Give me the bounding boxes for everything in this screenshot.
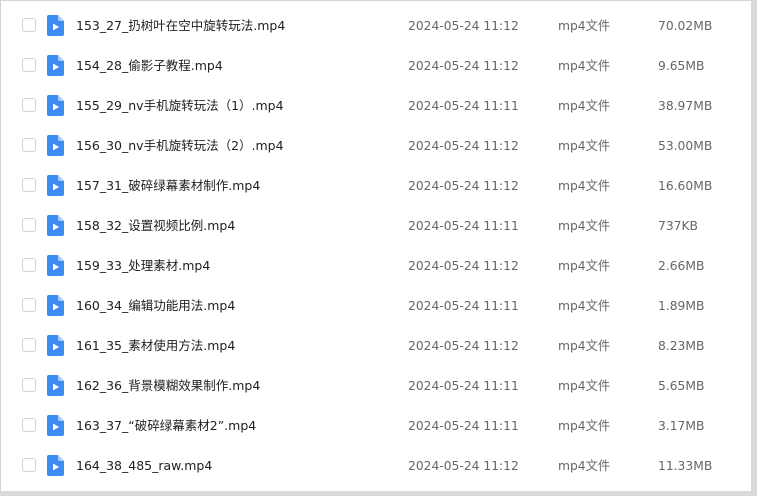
file-name[interactable]: 153_27_扔树叶在空中旋转玩法.mp4 [76,6,285,46]
video-file-icon [47,55,64,76]
file-size: 38.97MB [658,99,713,113]
file-size: 2.66MB [658,259,705,273]
file-size: 3.17MB [658,419,705,433]
file-type: mp4文件 [558,19,611,33]
row-checkbox[interactable] [22,338,36,352]
file-size: 5.65MB [658,379,705,393]
file-row[interactable]: 161_35_素材使用方法.mp4 2024-05-24 11:12 mp4文件… [1,326,751,366]
video-file-icon [47,455,64,476]
file-row[interactable]: 155_29_nv手机旋转玩法（1）.mp4 2024-05-24 11:11 … [1,86,751,126]
file-row[interactable]: 154_28_偷影子教程.mp4 2024-05-24 11:12 mp4文件 … [1,46,751,86]
file-name[interactable]: 159_33_处理素材.mp4 [76,246,210,286]
row-checkbox[interactable] [22,138,36,152]
file-size: 9.65MB [658,59,705,73]
file-modified-date: 2024-05-24 11:12 [408,459,519,473]
file-type: mp4文件 [558,179,611,193]
file-name[interactable]: 158_32_设置视频比例.mp4 [76,206,235,246]
row-checkbox[interactable] [22,178,36,192]
row-checkbox[interactable] [22,458,36,472]
file-name[interactable]: 156_30_nv手机旋转玩法（2）.mp4 [76,126,284,166]
file-type: mp4文件 [558,419,611,433]
file-list-panel: 153_27_扔树叶在空中旋转玩法.mp4 2024-05-24 11:12 m… [0,0,757,496]
video-file-icon [47,135,64,156]
file-size: 1.89MB [658,299,705,313]
file-row[interactable]: 156_30_nv手机旋转玩法（2）.mp4 2024-05-24 11:12 … [1,126,751,166]
file-row[interactable]: 159_33_处理素材.mp4 2024-05-24 11:12 mp4文件 2… [1,246,751,286]
file-modified-date: 2024-05-24 11:12 [408,179,519,193]
file-name[interactable]: 164_38_485_raw.mp4 [76,446,212,486]
file-name[interactable]: 160_34_编辑功能用法.mp4 [76,286,235,326]
file-size: 70.02MB [658,19,713,33]
file-name[interactable]: 157_31_破碎绿幕素材制作.mp4 [76,166,260,206]
video-file-icon [47,295,64,316]
video-file-icon [47,335,64,356]
row-checkbox[interactable] [22,18,36,32]
row-checkbox[interactable] [22,218,36,232]
file-size: 737KB [658,219,698,233]
row-checkbox[interactable] [22,258,36,272]
file-row[interactable]: 157_31_破碎绿幕素材制作.mp4 2024-05-24 11:12 mp4… [1,166,751,206]
video-file-icon [47,215,64,236]
video-file-icon [47,255,64,276]
file-modified-date: 2024-05-24 11:12 [408,259,519,273]
file-modified-date: 2024-05-24 11:11 [408,99,519,113]
file-modified-date: 2024-05-24 11:12 [408,59,519,73]
file-modified-date: 2024-05-24 11:12 [408,339,519,353]
file-type: mp4文件 [558,459,611,473]
file-type: mp4文件 [558,299,611,313]
file-size: 53.00MB [658,139,713,153]
file-name[interactable]: 163_37_“破碎绿幕素材2”.mp4 [76,406,256,446]
video-file-icon [47,175,64,196]
file-type: mp4文件 [558,339,611,353]
file-modified-date: 2024-05-24 11:12 [408,139,519,153]
file-list: 153_27_扔树叶在空中旋转玩法.mp4 2024-05-24 11:12 m… [1,6,751,486]
row-checkbox[interactable] [22,378,36,392]
file-size: 11.33MB [658,459,713,473]
file-name[interactable]: 154_28_偷影子教程.mp4 [76,46,223,86]
file-type: mp4文件 [558,139,611,153]
video-file-icon [47,15,64,36]
row-checkbox[interactable] [22,98,36,112]
video-file-icon [47,375,64,396]
file-type: mp4文件 [558,59,611,73]
file-row[interactable]: 153_27_扔树叶在空中旋转玩法.mp4 2024-05-24 11:12 m… [1,6,751,46]
file-modified-date: 2024-05-24 11:11 [408,419,519,433]
file-name[interactable]: 161_35_素材使用方法.mp4 [76,326,235,366]
file-type: mp4文件 [558,259,611,273]
file-row[interactable]: 158_32_设置视频比例.mp4 2024-05-24 11:11 mp4文件… [1,206,751,246]
row-checkbox[interactable] [22,58,36,72]
file-size: 16.60MB [658,179,713,193]
file-modified-date: 2024-05-24 11:11 [408,379,519,393]
file-type: mp4文件 [558,99,611,113]
file-row[interactable]: 163_37_“破碎绿幕素材2”.mp4 2024-05-24 11:11 mp… [1,406,751,446]
file-modified-date: 2024-05-24 11:11 [408,299,519,313]
file-row[interactable]: 164_38_485_raw.mp4 2024-05-24 11:12 mp4文… [1,446,751,486]
file-modified-date: 2024-05-24 11:12 [408,19,519,33]
row-checkbox[interactable] [22,418,36,432]
file-modified-date: 2024-05-24 11:11 [408,219,519,233]
row-checkbox[interactable] [22,298,36,312]
video-file-icon [47,415,64,436]
file-type: mp4文件 [558,379,611,393]
file-name[interactable]: 155_29_nv手机旋转玩法（1）.mp4 [76,86,284,126]
file-type: mp4文件 [558,219,611,233]
file-row[interactable]: 162_36_背景模糊效果制作.mp4 2024-05-24 11:11 mp4… [1,366,751,406]
file-size: 8.23MB [658,339,705,353]
file-row[interactable]: 160_34_编辑功能用法.mp4 2024-05-24 11:11 mp4文件… [1,286,751,326]
file-name[interactable]: 162_36_背景模糊效果制作.mp4 [76,366,260,406]
video-file-icon [47,95,64,116]
